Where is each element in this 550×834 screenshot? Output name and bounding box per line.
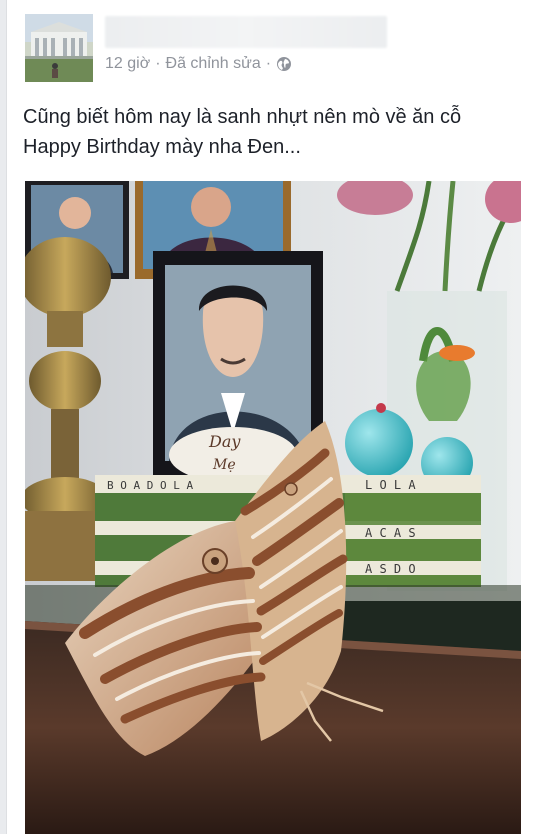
box-text: A S D O <box>365 562 416 576</box>
cake-text: Day <box>208 432 241 451</box>
post-meta: 12 giờ · Đã chỉnh sửa · <box>105 55 292 73</box>
meta-separator: · <box>265 55 272 72</box>
avatar-image <box>25 14 93 82</box>
author-name-redacted[interactable] <box>105 16 387 48</box>
post-text-line: Happy Birthday mày nha Đen... <box>23 136 301 158</box>
post-message: Cũng biết hôm nay là sanh nhựt nên mò về… <box>23 102 461 162</box>
meta-separator: · <box>155 55 161 72</box>
box-text: B O A D O L A <box>107 479 193 492</box>
avatar[interactable] <box>25 14 93 82</box>
globe-icon[interactable] <box>276 56 292 72</box>
edited-label[interactable]: Đã chỉnh sửa <box>166 55 261 73</box>
box-text: L O L A <box>365 478 416 492</box>
post-text-line: Cũng biết hôm nay là sanh nhựt nên mò về… <box>23 106 462 128</box>
cake-text: Mẹ <box>212 457 236 473</box>
post-photo[interactable]: Day Mẹ B O A D O L A L O L A A C A S A S… <box>25 181 521 834</box>
post-timestamp[interactable]: 12 giờ <box>105 55 150 73</box>
box-text: A C A S <box>365 526 416 540</box>
butterfly-altar-photo: Day Mẹ B O A D O L A L O L A A C A S A S… <box>25 181 521 834</box>
feed-post: 12 giờ · Đã chỉnh sửa · Cũng biết hôm na… <box>6 0 550 834</box>
